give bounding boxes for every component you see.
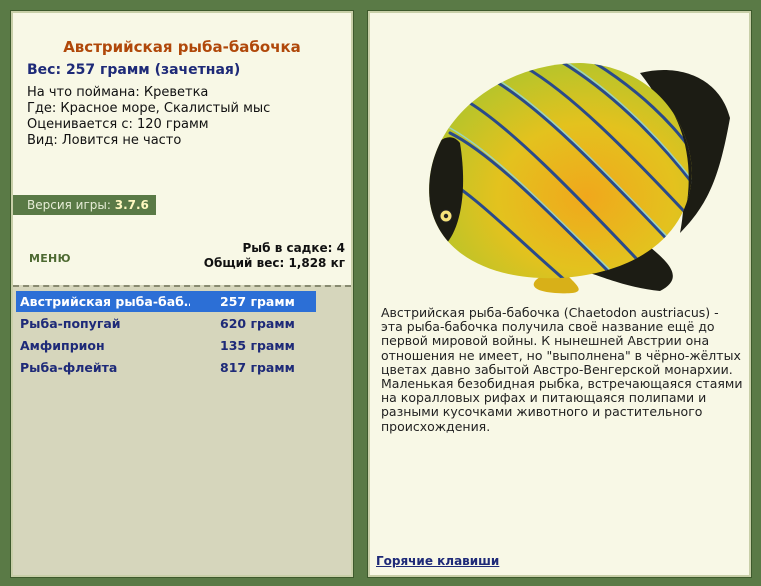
fish-weight: Вес: 257 грамм (зачетная) <box>27 62 241 78</box>
list-item-name: Австрийская рыба-баб… <box>20 294 190 309</box>
rated-line: Оценивается с: 120 грамм <box>27 117 209 132</box>
list-item[interactable]: Рыба-попугай 620 грамм <box>16 313 316 334</box>
kind-line: Вид: Ловится не часто <box>27 133 182 148</box>
butterflyfish-illustration <box>429 63 730 294</box>
version-bar: Версия игры: 3.7.6 <box>13 195 156 215</box>
list-item[interactable]: Австрийская рыба-баб… 257 грамм <box>16 291 316 312</box>
fish-details: На что поймана: Креветка Где: Красное мо… <box>27 85 270 149</box>
list-item-name: Рыба-флейта <box>20 360 118 375</box>
hotkeys-link[interactable]: Горячие клавиши <box>376 554 499 568</box>
fish-description-panel: Австрийская рыба-бабочка (Chaetodon aust… <box>367 10 752 578</box>
version-value: 3.7.6 <box>114 198 149 212</box>
list-item-name: Амфиприон <box>20 338 105 353</box>
fish-title: Австрийская рыба-бабочка <box>63 38 301 56</box>
location-line: Где: Красное море, Скалистый мыс <box>27 101 271 116</box>
catch-list: Австрийская рыба-баб… 257 грамм Рыба-попуг… <box>13 285 351 575</box>
version-label: Версия игры: <box>27 198 111 212</box>
list-item-weight: 257 грамм <box>220 294 295 309</box>
fish-description: Австрийская рыба-бабочка (Chaetodon aust… <box>381 305 743 434</box>
fish-count: Рыб в садке: 4 <box>242 241 346 255</box>
list-item-weight: 620 грамм <box>220 316 295 331</box>
list-item-weight: 817 грамм <box>220 360 295 375</box>
bait-line: На что поймана: Креветка <box>27 85 209 100</box>
fish-info-panel: Австрийская рыба-бабочка Вес: 257 грамм … <box>10 10 354 578</box>
list-item[interactable]: Амфиприон 135 грамм <box>16 335 316 356</box>
total-weight: Общий вес: 1,828 кг <box>203 256 345 270</box>
list-item-name: Рыба-попугай <box>20 316 121 331</box>
list-item[interactable]: Рыба-флейта 817 грамм <box>16 357 316 378</box>
menu-button[interactable]: МЕНЮ <box>29 252 71 265</box>
catch-stats: Рыб в садке: 4 Общий вес: 1,828 кг <box>204 241 345 271</box>
list-item-weight: 135 грамм <box>220 338 295 353</box>
